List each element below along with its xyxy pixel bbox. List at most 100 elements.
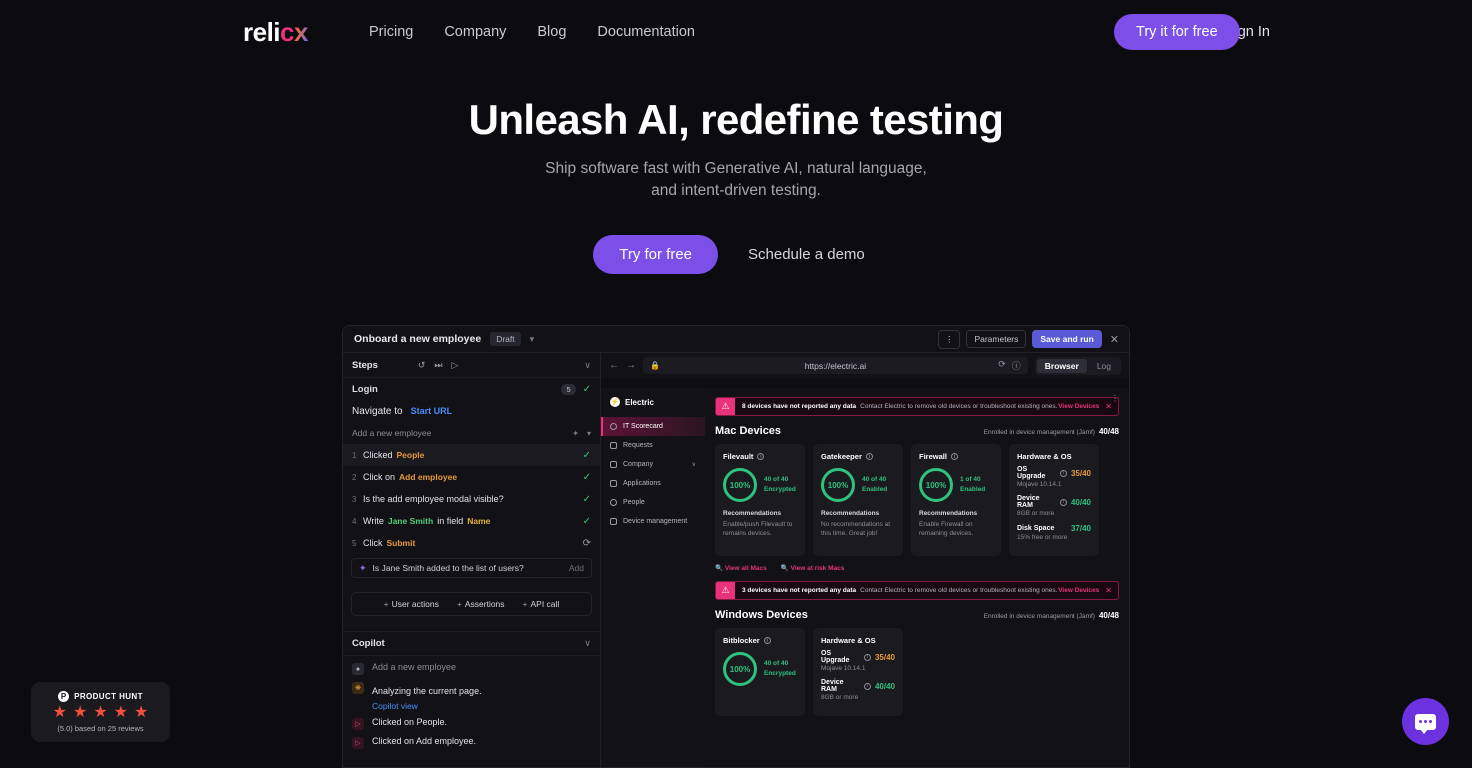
hardware-row-disk-space: Disk Space 37/40 15% free or more <box>1017 524 1091 541</box>
try-for-free-button[interactable]: Try for free <box>593 235 718 274</box>
table-row[interactable]: 5 Click Submit ⟳ <box>343 532 600 554</box>
step-group-label: Add a new employee <box>352 428 431 438</box>
play-icon[interactable]: ▷ <box>452 360 459 371</box>
login-row[interactable]: Login 5 ✓ <box>343 378 600 400</box>
forward-icon[interactable]: → <box>626 360 636 371</box>
sidebar-item-requests[interactable]: Requests <box>601 436 705 455</box>
table-row[interactable]: 3 Is the add employee modal visible? ✓ <box>343 488 600 510</box>
sidebar-item-people[interactable]: People <box>601 493 705 512</box>
plus-icon: + <box>384 599 389 609</box>
table-row[interactable]: 1 Clicked People ✓ <box>343 444 600 466</box>
view-all-macs-link[interactable]: 🔍 View all Macs <box>715 564 767 572</box>
chevron-down-icon[interactable]: ∨ <box>692 461 696 468</box>
reload-icon[interactable]: ⟳ <box>998 359 1006 372</box>
sidebar-item-it-scorecard[interactable]: IT Scorecard <box>601 417 705 436</box>
parameters-button[interactable]: Parameters <box>966 330 1026 348</box>
view-devices-link[interactable]: View Devices <box>1058 587 1099 594</box>
schedule-a-demo-button[interactable]: Schedule a demo <box>734 235 879 274</box>
gatekeeper-card: Gatekeeper i 100% 40 of 40 Enabled <box>813 444 903 556</box>
hardware-row-top: OS Upgrade i 35/40 <box>821 650 895 664</box>
assertion-input-row[interactable]: ✦ Is Jane Smith added to the list of use… <box>351 558 592 578</box>
step-forward-icon[interactable]: ⏭ <box>434 360 442 371</box>
info-icon[interactable]: i <box>1060 470 1067 477</box>
info-icon[interactable]: i <box>864 683 871 690</box>
tab-browser[interactable]: Browser <box>1037 359 1087 373</box>
save-and-run-button[interactable]: Save and run <box>1032 330 1101 348</box>
relicx-logo[interactable]: relicx <box>243 19 308 45</box>
add-assertion-button[interactable]: Add <box>569 563 584 573</box>
start-url-link[interactable]: Start URL <box>411 406 453 416</box>
windows-hardware-os-card: Hardware & OS OS Upgrade i 35/40 <box>813 628 903 716</box>
step-number: 1 <box>352 451 363 460</box>
alert-bold-text: 8 devices have not reported any data <box>742 403 856 410</box>
navigate-row[interactable]: Navigate to Start URL <box>343 400 600 422</box>
nav-link-blog[interactable]: Blog <box>537 23 566 41</box>
steps-collapse-icon[interactable]: ∨ <box>584 360 591 371</box>
navigate-label: Navigate to <box>352 406 403 417</box>
steps-panel: Steps ↺ ⏭ ▷ ∨ Login 5 ✓ Navigate to Star… <box>343 353 601 768</box>
info-icon[interactable]: i <box>866 453 873 460</box>
rerun-icon[interactable]: ↺ <box>418 360 426 371</box>
hardware-os-card: Hardware & OS OS Upgrade i 35/40 <box>1009 444 1099 556</box>
nav-link-pricing[interactable]: Pricing <box>369 23 413 41</box>
hardware-sub: 8GB or more <box>821 694 895 701</box>
info-icon[interactable]: i <box>951 453 958 460</box>
step-verb: Click on <box>363 472 395 482</box>
card-title: Gatekeeper i <box>821 452 895 461</box>
table-row[interactable]: 2 Click on Add employee ✓ <box>343 466 600 488</box>
star-icon: ★ <box>134 705 148 721</box>
app-preview-panel: Onboard a new employee Draft ▾ ⋮ Paramet… <box>342 325 1130 768</box>
table-row[interactable]: 4 Write Jane Smith in field Name ✓ <box>343 510 600 532</box>
mac-enrollment-meta: Enrolled in device management (Jamf)40/4… <box>984 427 1119 436</box>
star-icon: ★ <box>53 705 67 721</box>
info-icon[interactable]: ⓘ <box>1012 359 1021 372</box>
more-options-icon[interactable]: ⋮ <box>1111 394 1119 403</box>
step-verb: Is the add employee modal visible? <box>363 494 504 504</box>
step-number: 3 <box>352 495 363 504</box>
view-at-risk-macs-link[interactable]: 🔍 View at risk Macs <box>781 564 845 572</box>
chevron-down-icon[interactable]: ▾ <box>587 429 591 438</box>
info-icon[interactable]: i <box>764 637 771 644</box>
copilot-view-link[interactable]: Copilot view <box>372 701 482 711</box>
sidebar-item-company[interactable]: Company ∨ <box>601 455 705 474</box>
url-input[interactable]: 🔒 https://electric.ai ⟳ ⓘ <box>643 357 1028 374</box>
browser-log-tabs: Browser Log <box>1035 357 1121 375</box>
chat-widget-button[interactable] <box>1402 698 1449 745</box>
step-verb: Write <box>363 516 384 526</box>
copilot-collapse-icon[interactable]: ∨ <box>584 638 591 649</box>
copilot-message-block: Analyzing the current page. Copilot view <box>372 681 482 711</box>
chevron-down-icon[interactable]: ▾ <box>530 334 535 345</box>
magic-wand-icon[interactable]: ✦ <box>572 429 579 438</box>
view-devices-link[interactable]: View Devices <box>1058 403 1099 410</box>
info-icon[interactable]: i <box>757 453 764 460</box>
nav-link-company[interactable]: Company <box>444 23 506 41</box>
try-it-for-free-button[interactable]: Try it for free <box>1114 14 1240 50</box>
browser-viewport: ⚡ Electric IT Scorecard Requests <box>601 378 1129 768</box>
browser-toolbar: ← → 🔒 https://electric.ai ⟳ ⓘ Browser Lo… <box>601 353 1129 378</box>
add-user-actions-button[interactable]: +User actions <box>384 599 439 609</box>
close-icon[interactable]: ✕ <box>1105 402 1112 411</box>
more-options-button[interactable]: ⋮ <box>938 330 961 349</box>
analyze-icon: ❋ <box>352 682 364 694</box>
metric-label: 40 of 40 Encrypted <box>764 475 796 495</box>
recommendations-header: Recommendations <box>821 510 895 517</box>
close-icon[interactable]: ✕ <box>1105 586 1112 595</box>
product-hunt-badge[interactable]: P PRODUCT HUNT ★ ★ ★ ★ ★ (5.0) based on … <box>31 682 170 742</box>
metric-row: 100% 1 of 40 Enabled <box>919 468 993 502</box>
sidebar-item-applications[interactable]: Applications <box>601 474 705 493</box>
add-api-call-button[interactable]: +API call <box>523 599 560 609</box>
bitblocker-card: Bitblocker i 100% 40 of 40 Encrypted <box>715 628 805 716</box>
step-group-header[interactable]: Add a new employee ✦ ▾ <box>343 422 600 444</box>
close-icon[interactable]: ✕ <box>1108 333 1121 346</box>
back-icon[interactable]: ← <box>609 360 619 371</box>
info-icon[interactable]: i <box>864 654 871 661</box>
add-assertions-button[interactable]: +Assertions <box>457 599 505 609</box>
windows-section-title: Windows Devices <box>715 609 808 621</box>
info-icon[interactable]: i <box>1060 499 1067 506</box>
nav-link-documentation[interactable]: Documentation <box>597 23 695 41</box>
step-tail: in field <box>437 516 463 526</box>
firewall-card: Firewall i 100% 1 of 40 Enabled <box>911 444 1001 556</box>
hardware-value: 40/40 <box>1071 498 1091 507</box>
tab-log[interactable]: Log <box>1089 359 1119 373</box>
sidebar-item-device-management[interactable]: Device management <box>601 512 705 531</box>
